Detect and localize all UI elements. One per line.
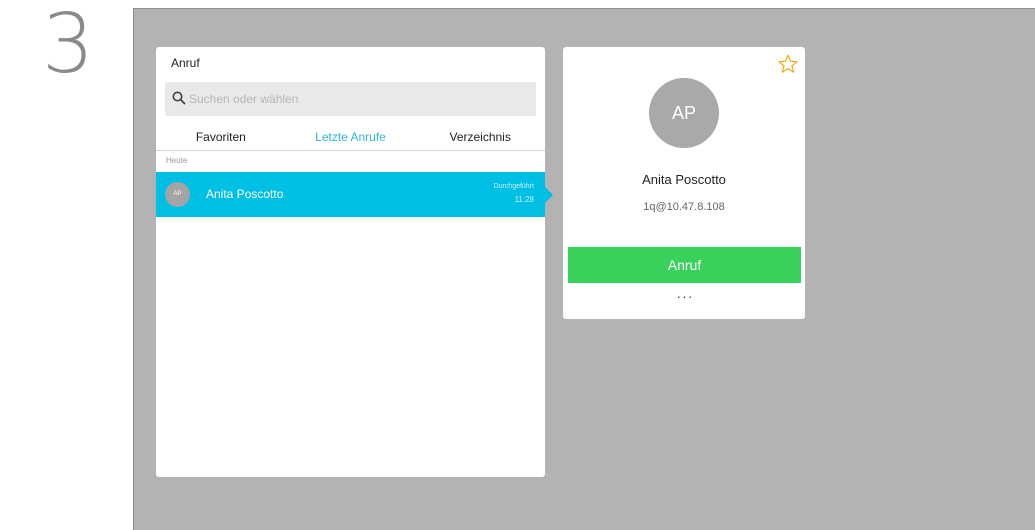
contact-avatar: AP	[649, 78, 719, 148]
call-panel: Anruf Favoriten Letzte Anrufe Verzeichni…	[156, 47, 553, 477]
search-icon	[172, 91, 186, 105]
tab-directory[interactable]: Verzeichnis	[415, 125, 546, 151]
star-outline-icon[interactable]	[777, 53, 799, 75]
section-label-today: Heute	[166, 156, 188, 165]
more-options-button[interactable]: ···	[673, 289, 697, 307]
tab-favorites[interactable]: Favoriten	[156, 125, 286, 151]
call-button[interactable]: Anruf	[568, 247, 801, 283]
step-number: 3	[42, 0, 94, 92]
avatar: AP	[165, 182, 190, 207]
recent-call-time: 11:28	[514, 195, 534, 204]
tab-recent-calls[interactable]: Letzte Anrufe	[285, 125, 416, 151]
recent-call-name: Anita Poscotto	[206, 187, 284, 201]
tab-bar: Favoriten Letzte Anrufe Verzeichnis	[156, 125, 546, 151]
search-box[interactable]	[165, 82, 536, 116]
recent-call-row[interactable]: AP Anita Poscotto Durchgeführt 11:28	[156, 172, 553, 217]
device-screen: Anruf Favoriten Letzte Anrufe Verzeichni…	[133, 8, 1035, 530]
recent-call-status: Durchgeführt	[493, 183, 534, 190]
search-input[interactable]	[189, 89, 509, 109]
panel-title: Anruf	[171, 56, 200, 70]
contact-name: Anita Poscotto	[642, 172, 726, 187]
contact-address: 1q@10.47.8.108	[643, 201, 725, 213]
contact-card: AP Anita Poscotto 1q@10.47.8.108 Anruf ·…	[563, 47, 805, 319]
